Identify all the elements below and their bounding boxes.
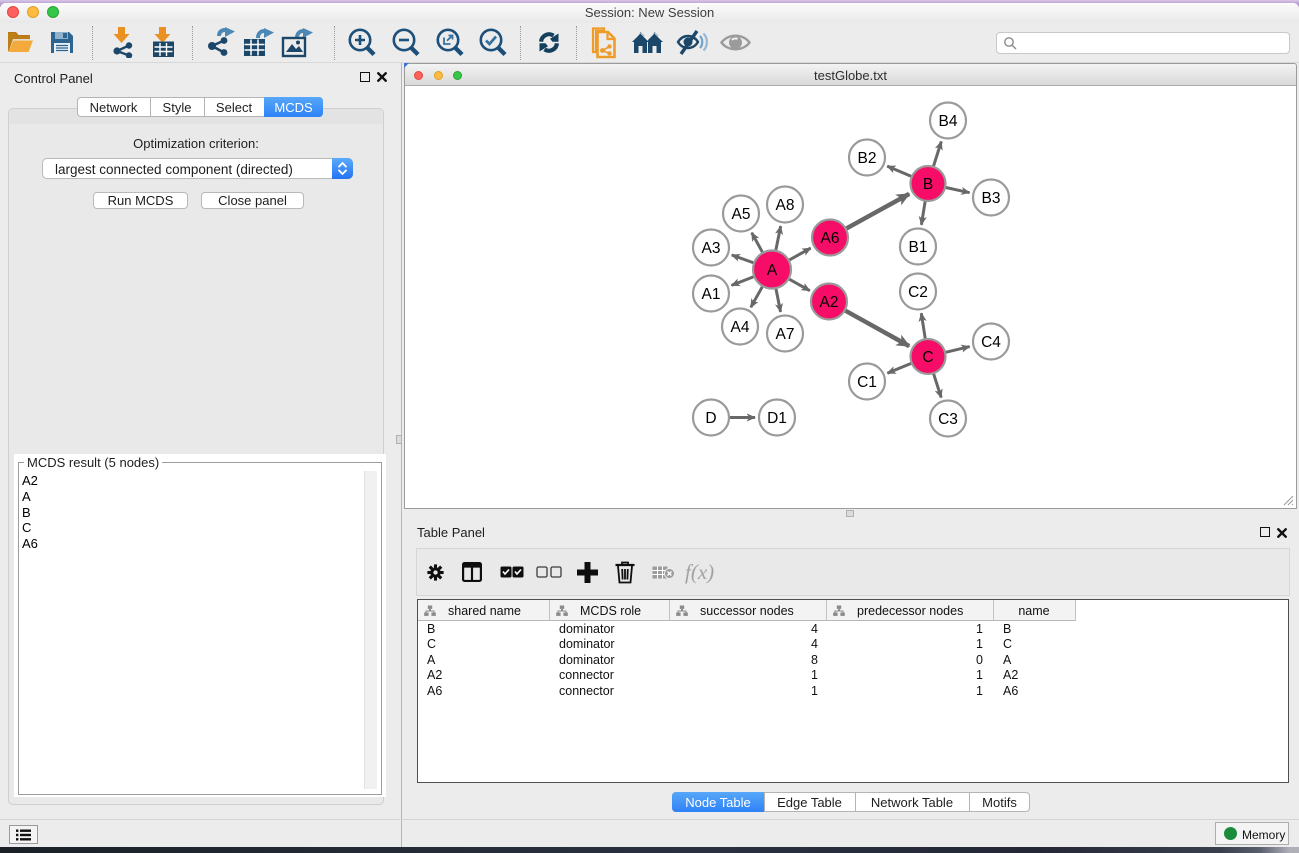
svg-text:A5: A5 <box>732 206 751 223</box>
svg-text:B1: B1 <box>909 239 928 256</box>
svg-text:A1: A1 <box>702 286 721 303</box>
svg-text:A: A <box>767 262 778 279</box>
svg-text:B2: B2 <box>858 150 877 167</box>
svg-text:B4: B4 <box>939 113 958 130</box>
svg-text:B3: B3 <box>982 190 1001 207</box>
svg-text:A6: A6 <box>821 230 840 247</box>
svg-text:C2: C2 <box>908 284 928 301</box>
svg-text:A7: A7 <box>776 326 795 343</box>
svg-text:D: D <box>705 410 716 427</box>
svg-text:C4: C4 <box>981 334 1001 351</box>
svg-text:C3: C3 <box>938 411 958 428</box>
svg-text:A4: A4 <box>731 319 750 336</box>
svg-text:A3: A3 <box>702 240 721 257</box>
svg-text:A8: A8 <box>776 197 795 214</box>
svg-text:C: C <box>922 349 933 366</box>
svg-text:B: B <box>923 176 933 193</box>
svg-text:C1: C1 <box>857 374 877 391</box>
svg-text:A2: A2 <box>820 294 839 311</box>
svg-text:D1: D1 <box>767 410 787 427</box>
